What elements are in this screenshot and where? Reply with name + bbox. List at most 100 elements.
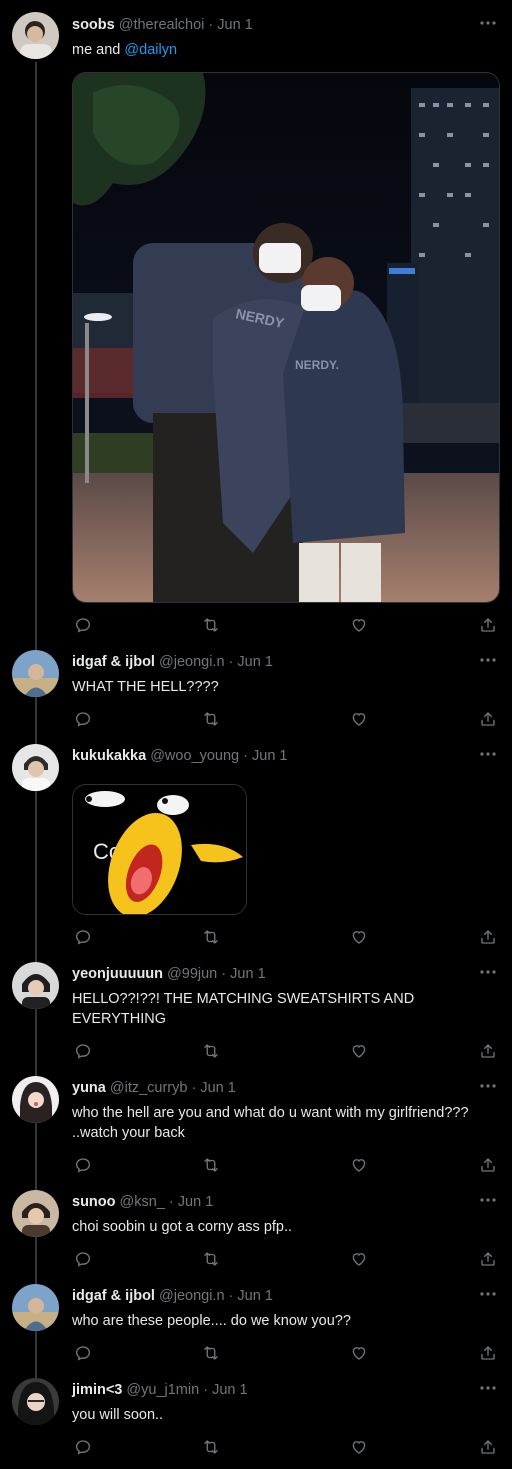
timestamp[interactable]: Jun 1	[237, 1288, 272, 1304]
separator: ·	[203, 1382, 209, 1398]
share-icon[interactable]	[479, 1042, 497, 1060]
user-handle[interactable]: @jeongi.n	[159, 654, 225, 670]
tweet-actions	[72, 1438, 504, 1458]
reply-icon[interactable]	[74, 1250, 92, 1268]
share-icon[interactable]	[479, 616, 497, 634]
avatar[interactable]	[12, 744, 59, 791]
reply-icon[interactable]	[74, 928, 92, 946]
reply-icon[interactable]	[74, 616, 92, 634]
retweet-icon[interactable]	[202, 710, 220, 728]
display-name[interactable]: kukukakka	[72, 748, 146, 764]
avatar[interactable]	[12, 1076, 59, 1123]
timestamp[interactable]: Jun 1	[237, 654, 272, 670]
share-icon[interactable]	[479, 1250, 497, 1268]
avatar[interactable]	[12, 650, 59, 697]
tweet-gif[interactable]: Coldirbo	[72, 784, 247, 915]
tweet-actions	[72, 1156, 504, 1176]
tweet-header: idgaf & ijbol @jeongi.n · Jun 1	[72, 1286, 273, 1306]
tweet-photo[interactable]: NERDY NERDY.	[72, 72, 500, 603]
like-icon[interactable]	[350, 1156, 368, 1174]
tweet-text: you will soon..	[72, 1407, 164, 1423]
retweet-icon[interactable]	[202, 1438, 220, 1456]
tweet-header: yeonjuuuuun @99jun · Jun 1	[72, 964, 266, 984]
like-icon[interactable]	[350, 710, 368, 728]
photo-text-b: NERDY.	[295, 358, 339, 372]
more-icon[interactable]	[478, 963, 498, 981]
like-icon[interactable]	[350, 1438, 368, 1456]
avatar[interactable]	[12, 962, 59, 1009]
more-icon[interactable]	[478, 1191, 498, 1209]
separator: ·	[168, 1194, 174, 1210]
more-icon[interactable]	[478, 651, 498, 669]
user-handle[interactable]: @yu_j1min	[126, 1382, 199, 1398]
share-icon[interactable]	[479, 710, 497, 728]
separator: ·	[228, 1288, 234, 1304]
reply-icon[interactable]	[74, 1438, 92, 1456]
more-icon[interactable]	[478, 1379, 498, 1397]
user-handle[interactable]: @ksn_	[120, 1194, 165, 1210]
share-icon[interactable]	[479, 1344, 497, 1362]
like-icon[interactable]	[350, 928, 368, 946]
tweet-header: kukukakka @woo_young · Jun 1	[72, 746, 287, 766]
user-handle[interactable]: @99jun	[167, 966, 217, 982]
user-handle[interactable]: @therealchoi	[119, 17, 205, 33]
thread-line	[35, 62, 37, 1380]
share-icon[interactable]	[479, 928, 497, 946]
like-icon[interactable]	[350, 1250, 368, 1268]
retweet-icon[interactable]	[202, 928, 220, 946]
reply-icon[interactable]	[74, 1156, 92, 1174]
tweet-header: yuna @itz_curryb · Jun 1	[72, 1078, 236, 1098]
share-icon[interactable]	[479, 1156, 497, 1174]
separator: ·	[208, 17, 214, 33]
tweet-text: choi soobin u got a corny ass pfp..	[72, 1219, 293, 1235]
user-handle[interactable]: @itz_curryb	[110, 1080, 188, 1096]
display-name[interactable]: yeonjuuuuun	[72, 966, 163, 982]
display-name[interactable]: sunoo	[72, 1194, 116, 1210]
display-name[interactable]: yuna	[72, 1080, 106, 1096]
display-name[interactable]: idgaf & ijbol	[72, 1288, 155, 1304]
avatar[interactable]	[12, 1190, 59, 1237]
like-icon[interactable]	[350, 616, 368, 634]
reply-icon[interactable]	[74, 710, 92, 728]
like-icon[interactable]	[350, 1042, 368, 1060]
retweet-icon[interactable]	[202, 616, 220, 634]
display-name[interactable]: idgaf & ijbol	[72, 654, 155, 670]
avatar[interactable]	[12, 1284, 59, 1331]
more-icon[interactable]	[478, 1285, 498, 1303]
tweet-actions	[72, 1042, 504, 1062]
timestamp[interactable]: Jun 1	[200, 1080, 235, 1096]
retweet-icon[interactable]	[202, 1344, 220, 1362]
more-icon[interactable]	[478, 14, 498, 32]
tweet-actions	[72, 710, 504, 730]
more-icon[interactable]	[478, 745, 498, 763]
user-handle[interactable]: @jeongi.n	[159, 1288, 225, 1304]
retweet-icon[interactable]	[202, 1042, 220, 1060]
display-name[interactable]: jimin<3	[72, 1382, 122, 1398]
avatar[interactable]	[12, 1378, 59, 1425]
avatar[interactable]	[12, 12, 59, 59]
timestamp[interactable]: Jun 1	[212, 1382, 247, 1398]
timestamp[interactable]: Jun 1	[230, 966, 265, 982]
separator: ·	[243, 748, 248, 764]
user-handle[interactable]: @woo_young	[150, 748, 239, 764]
retweet-icon[interactable]	[202, 1250, 220, 1268]
share-icon[interactable]	[479, 1438, 497, 1456]
display-name[interactable]: soobs	[72, 17, 115, 33]
separator: ·	[228, 654, 234, 670]
timestamp[interactable]: Jun 1	[178, 1194, 213, 1210]
reply-icon[interactable]	[74, 1042, 92, 1060]
tweet-actions	[72, 1344, 504, 1364]
tweet-header: soobs @therealchoi · Jun 1	[72, 15, 253, 35]
reply-icon[interactable]	[74, 1344, 92, 1362]
timestamp[interactable]: Jun 1	[217, 17, 252, 33]
mention-link[interactable]: @dailyn	[124, 42, 177, 58]
tweet-text: me and @dailyn	[72, 40, 502, 60]
retweet-icon[interactable]	[202, 1156, 220, 1174]
tweet-text-body: me and	[72, 42, 125, 58]
tweet-text: WHAT THE HELL????	[72, 679, 219, 695]
separator: ·	[221, 966, 227, 982]
more-icon[interactable]	[478, 1077, 498, 1095]
separator: ·	[191, 1080, 197, 1096]
like-icon[interactable]	[350, 1344, 368, 1362]
timestamp[interactable]: Jun 1	[252, 748, 287, 764]
